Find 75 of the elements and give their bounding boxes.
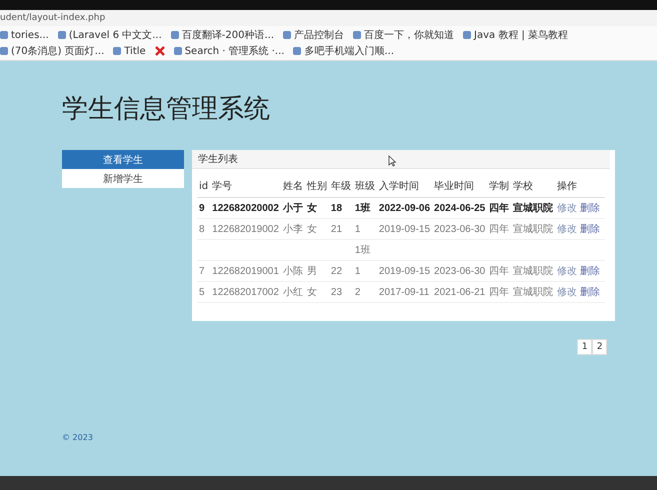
- table-cell: 2021-06-21: [432, 282, 488, 302]
- bookmark-link[interactable]: 多吧手机端入门顺...: [293, 44, 394, 58]
- table-cell: 女: [304, 282, 329, 302]
- table-cell: 9: [197, 198, 210, 218]
- table-cell: 宣城职院: [511, 260, 556, 282]
- table-cell: 小红: [280, 282, 305, 302]
- table-cell: 122682019001: [210, 260, 281, 282]
- bookmark-link[interactable]: Search · 管理系统 ·...: [174, 44, 284, 58]
- action-link[interactable]: 删除: [580, 287, 600, 298]
- table-cell: 1班: [352, 240, 377, 260]
- table-cell: 2024-06-25: [432, 198, 488, 218]
- table-cell: 女: [304, 198, 329, 218]
- table-cell: 宣城职院: [511, 198, 556, 218]
- table-cell: 1: [352, 260, 377, 282]
- table-cell: 小于: [280, 198, 305, 218]
- sidebar-item[interactable]: 新增学生: [62, 169, 184, 188]
- bookmark-link[interactable]: Title: [113, 44, 146, 58]
- cross-icon[interactable]: [154, 46, 165, 56]
- table-cell: 5: [197, 282, 210, 302]
- action-link[interactable]: 删除: [580, 224, 600, 235]
- table-cell: 1班: [352, 198, 377, 218]
- column-header: 毕业时间: [432, 175, 488, 198]
- column-header: 年级: [328, 175, 353, 198]
- column-header: 入学时间: [376, 175, 432, 198]
- table-cell: 四年: [487, 282, 512, 302]
- column-header: 学校: [511, 175, 556, 198]
- bookmark-link[interactable]: tories...: [0, 28, 49, 42]
- column-header: 学号: [210, 175, 281, 198]
- table-cell: 2019-09-15: [376, 260, 432, 282]
- table-cell: 21: [328, 218, 353, 240]
- table-cell: 7: [197, 260, 210, 282]
- table-cell: 2017-09-11: [376, 282, 432, 302]
- table-cell: 2019-09-15: [376, 218, 432, 240]
- panel-title: 学生列表: [198, 152, 238, 166]
- bookmark-link[interactable]: (Laravel 6 中文文...: [58, 28, 162, 42]
- page-title: 学生信息管理系统: [62, 93, 271, 126]
- table-cell: 18: [328, 198, 353, 218]
- page-button[interactable]: 1: [577, 339, 592, 355]
- page-button[interactable]: 2: [592, 339, 608, 355]
- bookmark-link[interactable]: 百度一下，你就知道: [353, 28, 454, 42]
- table-cell: 23: [328, 282, 353, 302]
- table-cell: 四年: [487, 260, 512, 282]
- bookmark-link[interactable]: 产品控制台: [283, 28, 344, 42]
- table-cell: 122682019002: [210, 218, 281, 240]
- table-cell: 四年: [487, 218, 512, 240]
- table-cell: 1: [352, 218, 377, 240]
- bookmark-link[interactable]: (70条消息) 页面灯...: [0, 44, 104, 58]
- table-cell: 宣城职院: [511, 218, 556, 240]
- action-link[interactable]: 删除: [580, 266, 600, 277]
- column-header: 操作: [555, 175, 606, 198]
- column-header: 班级: [352, 175, 377, 198]
- bookmark-link[interactable]: Java 教程 | 菜鸟教程: [463, 28, 568, 42]
- table-cell: 122682020002: [210, 198, 281, 218]
- table-cell: 122682017002: [210, 282, 281, 302]
- table-cell: 2023-06-30: [432, 218, 488, 240]
- column-header: 性别: [304, 175, 329, 198]
- table-cell: 22: [328, 260, 353, 282]
- bookmark-link[interactable]: 百度翻译-200种语...: [170, 28, 274, 42]
- table-cell: 宣城职院: [511, 282, 556, 302]
- table-cell: 小陈: [280, 260, 305, 282]
- table-cell: 四年: [487, 198, 512, 218]
- table-cell: 8: [197, 218, 210, 240]
- column-header: 姓名: [280, 175, 305, 198]
- address-text[interactable]: udent/layout-index.php: [0, 13, 106, 23]
- column-header: 学制: [487, 175, 512, 198]
- table-cell: 女: [304, 218, 329, 240]
- table-cell: 2023-06-30: [432, 260, 488, 282]
- table-cell: 男: [304, 260, 329, 282]
- action-link[interactable]: 删除: [580, 203, 600, 214]
- table-cell: 2022-09-06: [376, 198, 432, 218]
- table-cell: 小李: [280, 218, 305, 240]
- footer-text: © 2023: [62, 433, 94, 442]
- table-cell: 2: [352, 282, 377, 302]
- column-header: id: [197, 175, 210, 198]
- sidebar-item[interactable]: 查看学生: [62, 150, 184, 169]
